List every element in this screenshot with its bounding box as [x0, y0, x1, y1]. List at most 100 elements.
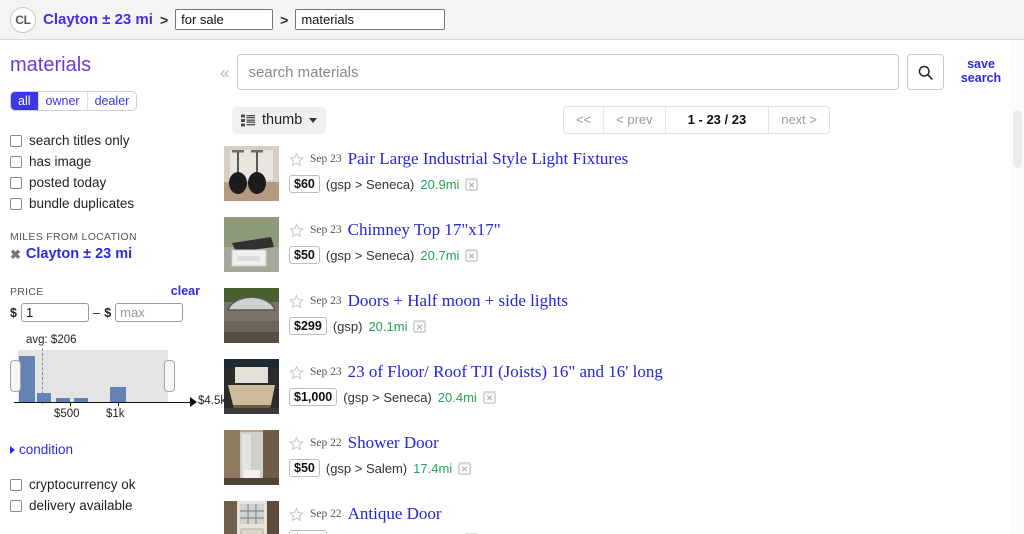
scrollbar-thumb[interactable]	[1013, 110, 1022, 168]
pager-prev-button[interactable]: < prev	[604, 107, 666, 133]
price-histogram[interactable]: avg: $206 $500 $1k $4.5k	[10, 334, 205, 422]
listing-title-link[interactable]: Chimney Top 17"x17"	[348, 220, 501, 240]
results-toolbar: thumb << < prev 1 - 23 / 23 next >	[220, 106, 1010, 134]
filter-has-image[interactable]: has image	[10, 152, 200, 171]
location-filter-link[interactable]: Clayton ± 23 mi	[26, 246, 132, 262]
filter-search-titles-only[interactable]: search titles only	[10, 131, 200, 150]
price-min-input[interactable]	[21, 303, 89, 322]
favorite-star-icon[interactable]	[289, 507, 304, 522]
listing-thumbnail[interactable]	[224, 288, 279, 343]
filter-label: bundle duplicates	[29, 196, 134, 211]
favorite-star-icon[interactable]	[289, 436, 304, 451]
location-link[interactable]: Clayton ± 23 mi	[43, 11, 153, 28]
dollar-sign-min: $	[10, 306, 17, 320]
listing-title-link[interactable]: Pair Large Industrial Style Light Fixtur…	[348, 149, 629, 169]
listing-title-line: Sep 23 Pair Large Industrial Style Light…	[289, 149, 628, 169]
listing-title-link[interactable]: Shower Door	[348, 433, 439, 453]
listing-thumbnail[interactable]	[224, 430, 279, 485]
listing-meta-line: $50 (gsp > Seneca) 20.7mi	[289, 246, 501, 264]
condition-expander[interactable]: condition	[10, 442, 200, 457]
price-slider-handle-min[interactable]	[10, 360, 21, 392]
page-title: materials	[10, 54, 200, 77]
favorite-star-icon[interactable]	[289, 223, 304, 238]
listing-distance: 20.4mi	[438, 390, 477, 405]
listing-title-link[interactable]: 23 of Floor/ Roof TJI (Joists) 16" and 1…	[348, 362, 663, 382]
listing-title-link[interactable]: Antique Door	[348, 504, 442, 524]
listing-row[interactable]: Sep 23 Pair Large Industrial Style Light…	[224, 146, 1010, 201]
listing-row[interactable]: Sep 23 23 of Floor/ Roof TJI (Joists) 16…	[224, 359, 1010, 414]
seller-type-all[interactable]: all	[11, 92, 39, 110]
section-select-wrapper[interactable]: for sale	[175, 9, 273, 30]
listing-row[interactable]: Sep 22 Antique Door $150 (gsp > Salem) 1…	[224, 501, 1010, 534]
listing-row[interactable]: Sep 23 Chimney Top 17"x17" $50 (gsp > Se…	[224, 217, 1010, 272]
craigslist-logo[interactable]: CL	[10, 7, 36, 33]
listing-location: (gsp > Seneca)	[326, 177, 415, 192]
breadcrumb-separator-1: >	[160, 12, 168, 28]
additional-filters-group: cryptocurrency ok delivery available	[10, 475, 200, 515]
save-search-line2: search	[961, 71, 1001, 85]
seller-type-owner[interactable]: owner	[39, 92, 88, 110]
section-select[interactable]: for sale	[175, 9, 273, 30]
listing-location: (gsp > Seneca)	[326, 248, 415, 263]
favorite-star-icon[interactable]	[289, 152, 304, 167]
pager-first-button[interactable]: <<	[564, 107, 604, 133]
listing-location: (gsp > Seneca)	[343, 390, 432, 405]
filter-delivery-available[interactable]: delivery available	[10, 496, 200, 515]
listing-thumbnail[interactable]	[224, 501, 279, 534]
filters-sidebar: materials all owner dealer search titles…	[0, 40, 210, 534]
category-select[interactable]: materials	[295, 9, 445, 30]
hide-listing-icon[interactable]	[483, 390, 496, 404]
listing-meta-line: $60 (gsp > Seneca) 20.9mi	[289, 175, 628, 193]
checkbox-icon[interactable]	[10, 177, 22, 189]
listing-price: $299	[289, 317, 327, 335]
hide-listing-icon[interactable]	[413, 319, 426, 333]
filter-posted-today[interactable]: posted today	[10, 173, 200, 192]
doors-thumbnail-image	[224, 288, 279, 343]
hide-listing-icon[interactable]	[465, 248, 478, 262]
price-max-input[interactable]	[115, 303, 183, 322]
thumb-view-icon	[241, 114, 255, 127]
axis-tick	[70, 402, 71, 406]
filter-label: cryptocurrency ok	[29, 477, 136, 492]
favorite-star-icon[interactable]	[289, 294, 304, 309]
breadcrumb-separator-2: >	[280, 12, 288, 28]
price-slider-handle-max[interactable]	[164, 360, 175, 392]
listing-thumbnail[interactable]	[224, 359, 279, 414]
favorite-star-icon[interactable]	[289, 365, 304, 380]
seller-type-dealer[interactable]: dealer	[88, 92, 137, 110]
save-search-link[interactable]: save search	[952, 54, 1010, 85]
page-body: materials all owner dealer search titles…	[0, 40, 1024, 534]
axis-tick	[118, 402, 119, 406]
category-select-wrapper[interactable]: materials	[295, 9, 445, 30]
average-price-label: avg: $206	[26, 334, 77, 346]
listing-thumbnail[interactable]	[224, 146, 279, 201]
view-mode-button[interactable]: thumb	[232, 107, 326, 134]
seller-type-toggle[interactable]: all owner dealer	[10, 91, 137, 111]
pager-next-button[interactable]: next >	[769, 107, 829, 133]
listing-info: Sep 22 Shower Door $50 (gsp > Salem) 17.…	[289, 430, 471, 477]
checkbox-icon[interactable]	[10, 135, 22, 147]
search-input[interactable]	[237, 54, 899, 90]
hide-listing-icon[interactable]	[465, 177, 478, 191]
filter-cryptocurrency-ok[interactable]: cryptocurrency ok	[10, 475, 200, 494]
filter-label: search titles only	[29, 133, 130, 148]
checkbox-icon[interactable]	[10, 479, 22, 491]
listing-row[interactable]: Sep 23 Doors + Half moon + side lights $…	[224, 288, 1010, 343]
checkbox-icon[interactable]	[10, 500, 22, 512]
listing-row[interactable]: Sep 22 Shower Door $50 (gsp > Salem) 17.…	[224, 430, 1010, 485]
page-scrollbar[interactable]	[1010, 40, 1024, 534]
listing-info: Sep 23 Chimney Top 17"x17" $50 (gsp > Se…	[289, 217, 501, 264]
pagination: << < prev 1 - 23 / 23 next >	[563, 106, 830, 134]
listing-title-link[interactable]: Doors + Half moon + side lights	[348, 291, 568, 311]
checkbox-icon[interactable]	[10, 156, 22, 168]
hide-listing-icon[interactable]	[458, 461, 471, 475]
filter-bundle-duplicates[interactable]: bundle duplicates	[10, 194, 200, 213]
clear-price-link[interactable]: clear	[171, 284, 200, 298]
collapse-sidebar-icon[interactable]: «	[220, 54, 229, 90]
miles-from-location-chip[interactable]: ✖ Clayton ± 23 mi	[10, 246, 200, 262]
listing-date: Sep 22	[310, 437, 342, 449]
search-button[interactable]	[907, 54, 944, 90]
remove-icon[interactable]: ✖	[10, 248, 21, 261]
checkbox-icon[interactable]	[10, 198, 22, 210]
listing-thumbnail[interactable]	[224, 217, 279, 272]
